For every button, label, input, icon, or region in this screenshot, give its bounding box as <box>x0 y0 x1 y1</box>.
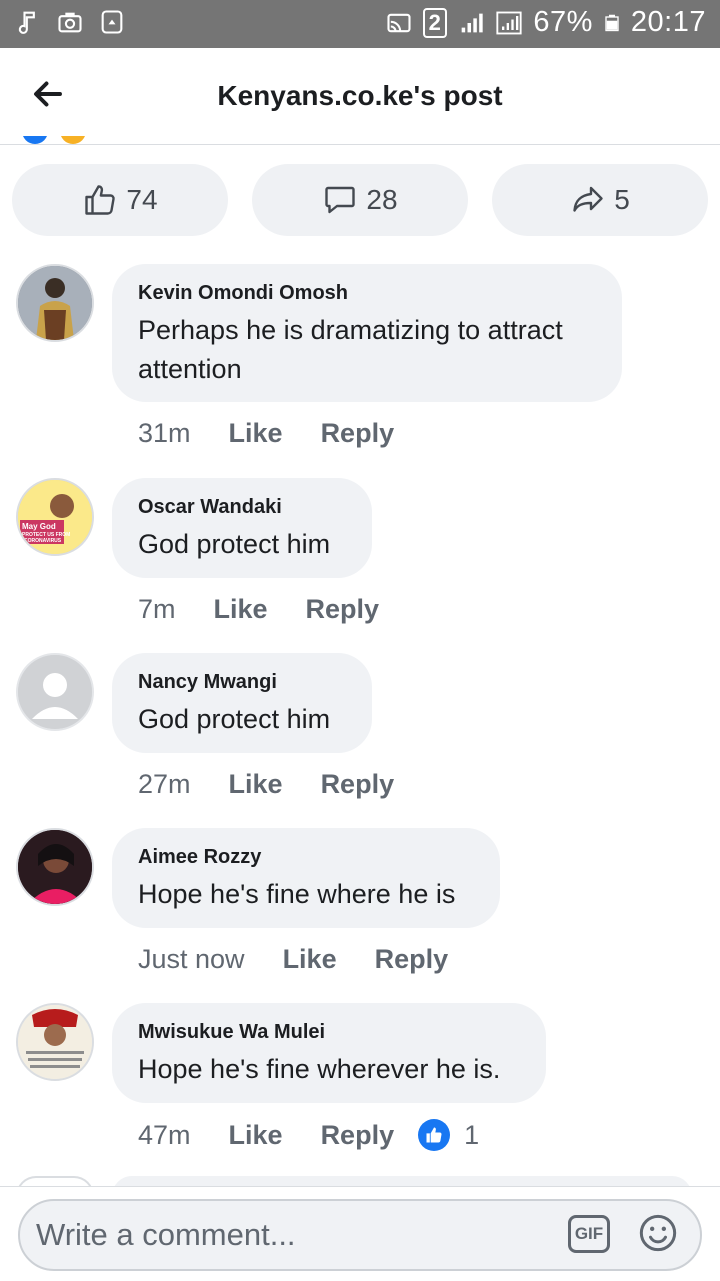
comment-time: 31m <box>138 418 191 448</box>
share-arrow-icon <box>573 186 603 212</box>
comment-text: God protect him <box>138 529 331 559</box>
gif-button[interactable]: GIF <box>568 1215 610 1253</box>
signal-icon <box>462 13 484 32</box>
music-note-icon <box>18 11 35 34</box>
page-title: Kenyans.co.ke's post <box>217 80 503 111</box>
avatar[interactable]: May God PROTECT US FROM CORONAVIRUS <box>16 478 94 556</box>
comment-author[interactable]: Kevin Omondi Omosh <box>138 282 596 305</box>
comment-button[interactable]: 28 <box>252 164 468 236</box>
comment-author[interactable]: Mwisukue Wa Mulei <box>138 1021 520 1044</box>
sim-indicator: 2 <box>422 7 448 38</box>
like-reaction-icon <box>22 136 48 144</box>
clock: 20:17 <box>630 6 706 38</box>
post-actions: 74 28 5 <box>12 164 708 236</box>
avatar-image <box>18 266 92 340</box>
avatar-image: May God PROTECT US FROM CORONAVIRUS <box>18 480 92 554</box>
comment-input-placeholder: Write a comment... <box>36 1217 296 1252</box>
comment-bubble: Nancy Mwangi God protect him <box>112 653 372 753</box>
avatar-image <box>18 830 92 904</box>
cast-icon <box>387 13 411 32</box>
comment-input[interactable]: Write a comment... GIF <box>18 1199 702 1271</box>
avatar-image <box>18 1005 92 1079</box>
emoji-icon[interactable] <box>638 1213 678 1253</box>
reaction-count: 1 <box>464 1119 480 1150</box>
comment-like-button[interactable]: Like <box>229 1120 283 1151</box>
comment-text: Hope he's fine where he is <box>138 879 456 909</box>
comment-text: Perhaps he is dramatizing to attract att… <box>138 315 563 384</box>
comment-bubble: Oscar Wandaki God protect him <box>112 478 372 578</box>
comment-text: God protect him <box>138 704 331 734</box>
comment-time: 7m <box>138 594 176 624</box>
status-bar: 2 67% 20:17 <box>0 0 720 48</box>
comment-meta: 31m Like Reply <box>138 418 432 449</box>
reaction-summary[interactable]: 1 <box>418 1119 479 1151</box>
battery-icon <box>605 14 619 31</box>
comment-bubble: Kevin Omondi Omosh Perhaps he is dramati… <box>112 264 622 402</box>
comment-reply-button[interactable]: Reply <box>321 418 395 449</box>
comment-text: Hope he's fine wherever he is. <box>138 1054 501 1084</box>
comment-bubble: Mwisukue Wa Mulei Hope he's fine whereve… <box>112 1003 546 1103</box>
comment-reply-button[interactable]: Reply <box>375 944 449 975</box>
share-button[interactable]: 5 <box>492 164 708 236</box>
avatar[interactable] <box>16 828 94 906</box>
comment-like-button[interactable]: Like <box>283 944 337 975</box>
comment-author[interactable]: Nancy Mwangi <box>138 671 346 694</box>
header: Kenyans.co.ke's post <box>0 48 720 145</box>
comment-composer-bar: Write a comment... GIF <box>0 1186 720 1281</box>
comment-reply-button[interactable]: Reply <box>306 594 380 625</box>
comment-bubble: Aimee Rozzy Hope he's fine where he is <box>112 828 500 928</box>
recycle-icon <box>101 10 123 34</box>
avatar[interactable] <box>16 1003 94 1081</box>
comment-reply-button[interactable]: Reply <box>321 1120 395 1151</box>
avatar[interactable] <box>16 653 94 731</box>
comment-count: 28 <box>366 184 398 215</box>
comment-time: 27m <box>138 769 191 799</box>
comment-meta: 47m Like Reply 1 <box>138 1119 479 1151</box>
comment-meta: 7m Like Reply <box>138 594 417 625</box>
comment-time: Just now <box>138 944 245 974</box>
default-avatar-icon <box>18 655 92 729</box>
comment-author[interactable]: Aimee Rozzy <box>138 846 474 869</box>
signal-icon-2 <box>496 11 522 34</box>
avatar-caption-1: May God <box>22 522 56 531</box>
like-reaction-icon <box>418 1119 451 1151</box>
comment-author[interactable]: Oscar Wandaki <box>138 496 346 519</box>
comment-meta: Just now Like Reply <box>138 944 486 975</box>
comment-bubble-icon <box>325 186 356 214</box>
camera-icon <box>58 12 82 33</box>
avatar-caption-3: CORONAVIRUS <box>24 538 62 544</box>
comment-meta: 27m Like Reply <box>138 769 432 800</box>
comment-like-button[interactable]: Like <box>229 418 283 449</box>
share-count: 5 <box>614 184 630 215</box>
haha-reaction-icon <box>60 136 86 144</box>
comment-reply-button[interactable]: Reply <box>321 769 395 800</box>
like-count: 74 <box>126 184 158 215</box>
comment-time: 47m <box>138 1119 191 1150</box>
thumbs-up-icon <box>85 185 116 215</box>
comment-like-button[interactable]: Like <box>229 769 283 800</box>
avatar[interactable] <box>16 264 94 342</box>
battery-percent: 67% <box>533 6 593 38</box>
reactions-peek <box>20 136 90 148</box>
like-button[interactable]: 74 <box>12 164 228 236</box>
comment-like-button[interactable]: Like <box>214 594 268 625</box>
